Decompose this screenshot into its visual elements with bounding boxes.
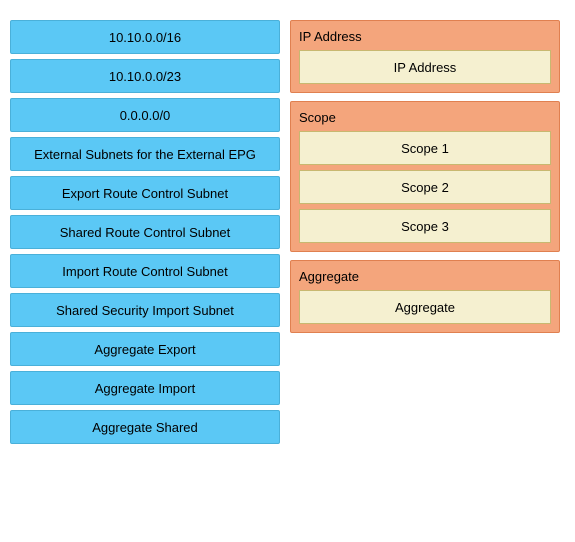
drag-item-item-9[interactable]: Aggregate Export: [10, 332, 280, 366]
drag-item-item-10[interactable]: Aggregate Import: [10, 371, 280, 405]
right-column: IP AddressIP AddressScopeScope 1Scope 2S…: [290, 20, 560, 333]
drag-item-item-1[interactable]: 10.10.0.0/16: [10, 20, 280, 54]
answer-area: 10.10.0.0/16 10.10.0.0/23 0.0.0.0/0 Externa…: [10, 20, 565, 444]
left-column: 10.10.0.0/16 10.10.0.0/23 0.0.0.0/0 Externa…: [10, 20, 280, 444]
drag-item-item-4[interactable]: External Subnets for the External EPG: [10, 137, 280, 171]
drop-group-title-group-aggregate: Aggregate: [299, 269, 551, 284]
drag-item-item-2[interactable]: 10.10.0.0/23: [10, 59, 280, 93]
drop-group-group-ip: IP Address IP Address: [290, 20, 560, 93]
drop-slot-slot-scope-1[interactable]: Scope 1: [299, 131, 551, 165]
drag-item-item-7[interactable]: Import Route Control Subnet: [10, 254, 280, 288]
drop-slot-slot-ip-1[interactable]: IP Address: [299, 50, 551, 84]
drag-item-item-11[interactable]: Aggregate Shared: [10, 410, 280, 444]
drag-item-item-3[interactable]: 0.0.0.0/0: [10, 98, 280, 132]
main-layout: 10.10.0.0/16 10.10.0.0/23 0.0.0.0/0 Externa…: [10, 20, 565, 444]
drag-item-item-6[interactable]: Shared Route Control Subnet: [10, 215, 280, 249]
drop-slot-slot-scope-2[interactable]: Scope 2: [299, 170, 551, 204]
drag-item-item-5[interactable]: Export Route Control Subnet: [10, 176, 280, 210]
drop-group-title-group-scope: Scope: [299, 110, 551, 125]
drop-group-group-aggregate: Aggregate Aggregate: [290, 260, 560, 333]
drop-group-group-scope: Scope Scope 1 Scope 2 Scope 3: [290, 101, 560, 252]
drag-item-item-8[interactable]: Shared Security Import Subnet: [10, 293, 280, 327]
drop-group-title-group-ip: IP Address: [299, 29, 551, 44]
drop-slot-slot-agg-1[interactable]: Aggregate: [299, 290, 551, 324]
drop-slot-slot-scope-3[interactable]: Scope 3: [299, 209, 551, 243]
